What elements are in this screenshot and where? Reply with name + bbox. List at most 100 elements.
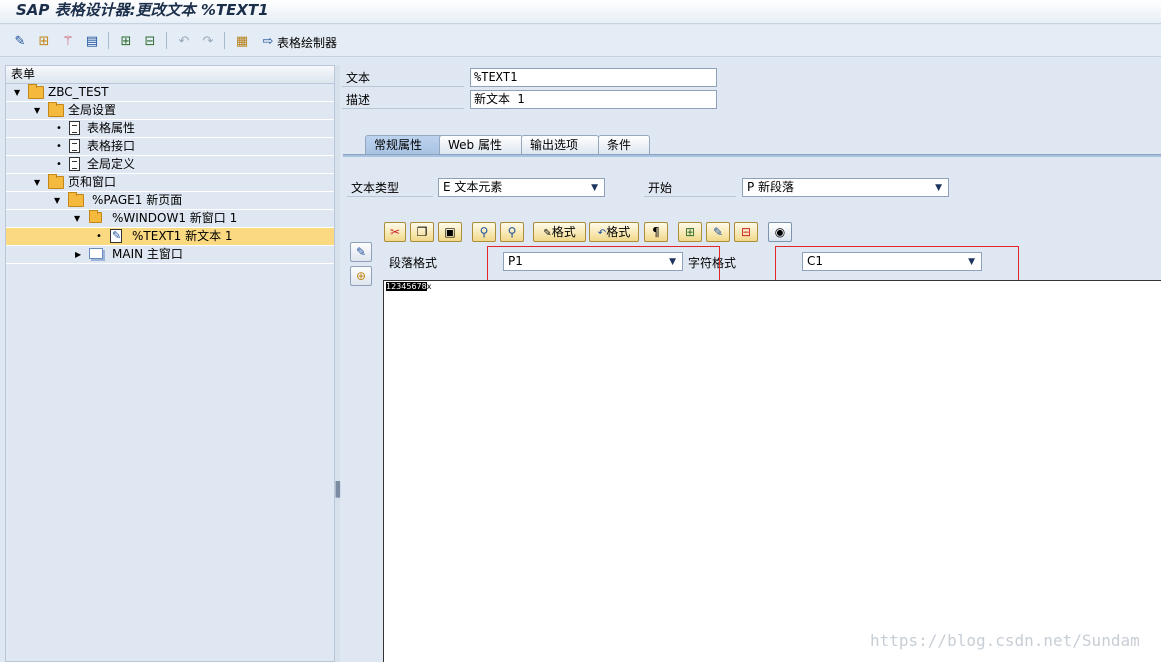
description-label: 描述 bbox=[342, 90, 464, 110]
tree-node-page1[interactable]: ▼ %PAGE1 新页面 bbox=[6, 192, 334, 210]
toolbar-separator bbox=[224, 32, 225, 49]
tree-node-label: %TEXT1 新文本 1 bbox=[132, 229, 233, 243]
selected-text: 12345678 bbox=[386, 282, 427, 291]
text-editor[interactable]: 12345678x bbox=[383, 280, 1161, 662]
expand-icon[interactable]: ⊞ bbox=[116, 31, 136, 51]
dropdown-arrow-icon[interactable]: ▼ bbox=[591, 180, 598, 197]
format-button-1[interactable]: ✎格式 bbox=[533, 222, 586, 242]
folder-open-icon bbox=[48, 174, 64, 189]
expand-triangle-icon[interactable]: ▼ bbox=[14, 84, 20, 101]
format-label: 格式 bbox=[551, 225, 576, 239]
tab-conditions[interactable]: 条件 bbox=[598, 135, 650, 155]
tree-node-form-interface[interactable]: • 表格接口 bbox=[6, 138, 334, 156]
pencil-icon[interactable]: ✎ bbox=[706, 222, 730, 242]
copy-icon[interactable]: ❐ bbox=[410, 222, 434, 242]
collapse-triangle-icon[interactable]: ▶ bbox=[75, 246, 81, 263]
tree-node-label: 表格属性 bbox=[87, 121, 136, 135]
insert-field-icon[interactable]: ⊕ bbox=[350, 266, 372, 286]
form-painter-button[interactable]: 表格绘制器 bbox=[277, 34, 337, 51]
hierarchy-icon[interactable]: ⊞ bbox=[34, 31, 54, 51]
tree-node-label: 全局设置 bbox=[68, 103, 117, 117]
tree-header: 表单 bbox=[6, 66, 334, 84]
tree-node-text1[interactable]: • %TEXT1 新文本 1 bbox=[6, 227, 334, 246]
bullet-icon: • bbox=[56, 123, 62, 134]
collapse-icon[interactable]: ⊟ bbox=[140, 31, 160, 51]
tree-node-label: 表格接口 bbox=[87, 139, 136, 153]
watermark: https://blog.csdn.net/Sundam bbox=[870, 631, 1140, 650]
title-bar: SAP 表格设计器:更改文本 %TEXT1 bbox=[0, 0, 1161, 24]
tab-output-options[interactable]: 输出选项 bbox=[521, 135, 599, 155]
bullet-icon: • bbox=[96, 231, 102, 242]
application-toolbar: ✎ ⊞ ⚚ ▤ ⊞ ⊟ ↶ ↷ ▦ ⇨ 表格绘制器 bbox=[0, 25, 1161, 57]
delete-row-icon[interactable]: ⊟ bbox=[734, 222, 758, 242]
insert-row-icon[interactable]: ⊞ bbox=[678, 222, 702, 242]
redo-icon[interactable]: ↷ bbox=[198, 31, 218, 51]
start-select[interactable]: P 新段落 ▼ bbox=[742, 178, 949, 197]
expand-triangle-icon[interactable]: ▼ bbox=[34, 102, 40, 119]
main-window-icon bbox=[89, 248, 103, 259]
editor-toolbar: ✂ ❐ ▣ ⚲ ⚲ ✎格式 ↶格式 ¶ ⊞ ✎ ⊟ ◉ bbox=[382, 219, 1161, 245]
tree-node-global-settings[interactable]: ▼ 全局设置 bbox=[6, 102, 334, 120]
print-preview-icon[interactable]: ▤ bbox=[82, 31, 102, 51]
toolbar-separator bbox=[166, 32, 167, 49]
tree-node-label: ZBC_TEST bbox=[48, 85, 109, 99]
edit-text-icon[interactable]: ✎ bbox=[350, 242, 372, 262]
window-title: SAP 表格设计器:更改文本 %TEXT1 bbox=[16, 1, 269, 19]
text-name-field[interactable]: %TEXT1 bbox=[470, 68, 717, 87]
text-name-label: 文本 bbox=[342, 68, 464, 88]
format-pencil-icon: ✎ bbox=[543, 228, 552, 239]
folder-open-icon bbox=[48, 102, 64, 117]
text-type-select[interactable]: E 文本元素 ▼ bbox=[438, 178, 605, 197]
start-value: P 新段落 bbox=[747, 180, 795, 194]
toolbar-separator bbox=[108, 32, 109, 49]
tree-node-form-attributes[interactable]: • 表格属性 bbox=[6, 120, 334, 138]
expand-triangle-icon[interactable]: ▼ bbox=[54, 192, 60, 209]
find-icon[interactable]: ⚲ bbox=[472, 222, 496, 242]
pane-splitter[interactable] bbox=[335, 65, 340, 662]
change-icon[interactable]: ✎ bbox=[10, 31, 30, 51]
bullet-icon: • bbox=[56, 141, 62, 152]
tab-web-attributes[interactable]: Web 属性 bbox=[439, 135, 523, 155]
tree-node-label: %PAGE1 新页面 bbox=[92, 193, 183, 207]
tree-node-label: 页和窗口 bbox=[68, 175, 117, 189]
arrow-right-icon[interactable]: ⇨ bbox=[258, 31, 278, 51]
form-tree-pane: 表单 ▼ ZBC_TEST ▼ 全局设置 • 表格属性 • 表格接口 • 全局定… bbox=[5, 65, 335, 662]
editor-rest-text: x bbox=[426, 282, 432, 291]
window-icon bbox=[89, 210, 102, 223]
cut-icon[interactable]: ✂ bbox=[384, 222, 406, 242]
tree-node-zbc-test[interactable]: ▼ ZBC_TEST bbox=[6, 84, 334, 102]
expand-triangle-icon[interactable]: ▼ bbox=[74, 210, 80, 227]
description-field[interactable]: 新文本 1 bbox=[470, 90, 717, 109]
tree-node-global-definitions[interactable]: • 全局定义 bbox=[6, 156, 334, 174]
document-icon bbox=[69, 157, 80, 171]
text-type-label: 文本类型 bbox=[347, 178, 433, 198]
tree-node-window1[interactable]: ▼ %WINDOW1 新窗口 1 bbox=[6, 210, 334, 228]
expand-triangle-icon[interactable]: ▼ bbox=[34, 174, 40, 191]
text-type-value: E 文本元素 bbox=[443, 180, 503, 194]
paste-icon[interactable]: ▣ bbox=[438, 222, 462, 242]
magic-wand-icon[interactable]: ⚚ bbox=[58, 31, 78, 51]
tab-strip: 常规属性 Web 属性 输出选项 条件 bbox=[343, 135, 1161, 155]
dropdown-arrow-icon[interactable]: ▼ bbox=[935, 180, 942, 197]
paragraph-format-label: 段落格式 bbox=[389, 256, 438, 270]
format-button-2[interactable]: ↶格式 bbox=[589, 222, 639, 242]
field-list-icon[interactable]: ▦ bbox=[232, 31, 252, 51]
bullet-icon: • bbox=[56, 159, 62, 170]
undo-icon[interactable]: ↶ bbox=[174, 31, 194, 51]
splitter-grip-icon[interactable]: ■ ■ ■ ■ bbox=[335, 481, 341, 499]
editor-content[interactable]: 12345678x bbox=[386, 282, 431, 291]
text-edit-icon bbox=[110, 227, 122, 244]
page-folder-icon bbox=[68, 192, 84, 207]
tree-node-label: MAIN 主窗口 bbox=[112, 247, 183, 261]
format-label: 格式 bbox=[606, 225, 631, 239]
format-undo-icon: ↶ bbox=[597, 228, 607, 239]
document-icon bbox=[69, 139, 80, 153]
document-icon bbox=[69, 121, 80, 135]
start-label: 开始 bbox=[644, 178, 736, 198]
tree-node-main-window[interactable]: ▶ MAIN 主窗口 bbox=[6, 246, 334, 264]
tree-node-pages-windows[interactable]: ▼ 页和窗口 bbox=[6, 174, 334, 192]
find-next-icon[interactable]: ⚲ bbox=[500, 222, 524, 242]
preview-icon[interactable]: ◉ bbox=[768, 222, 792, 242]
paragraph-mark-button[interactable]: ¶ bbox=[644, 222, 668, 242]
folder-open-icon bbox=[28, 84, 44, 99]
